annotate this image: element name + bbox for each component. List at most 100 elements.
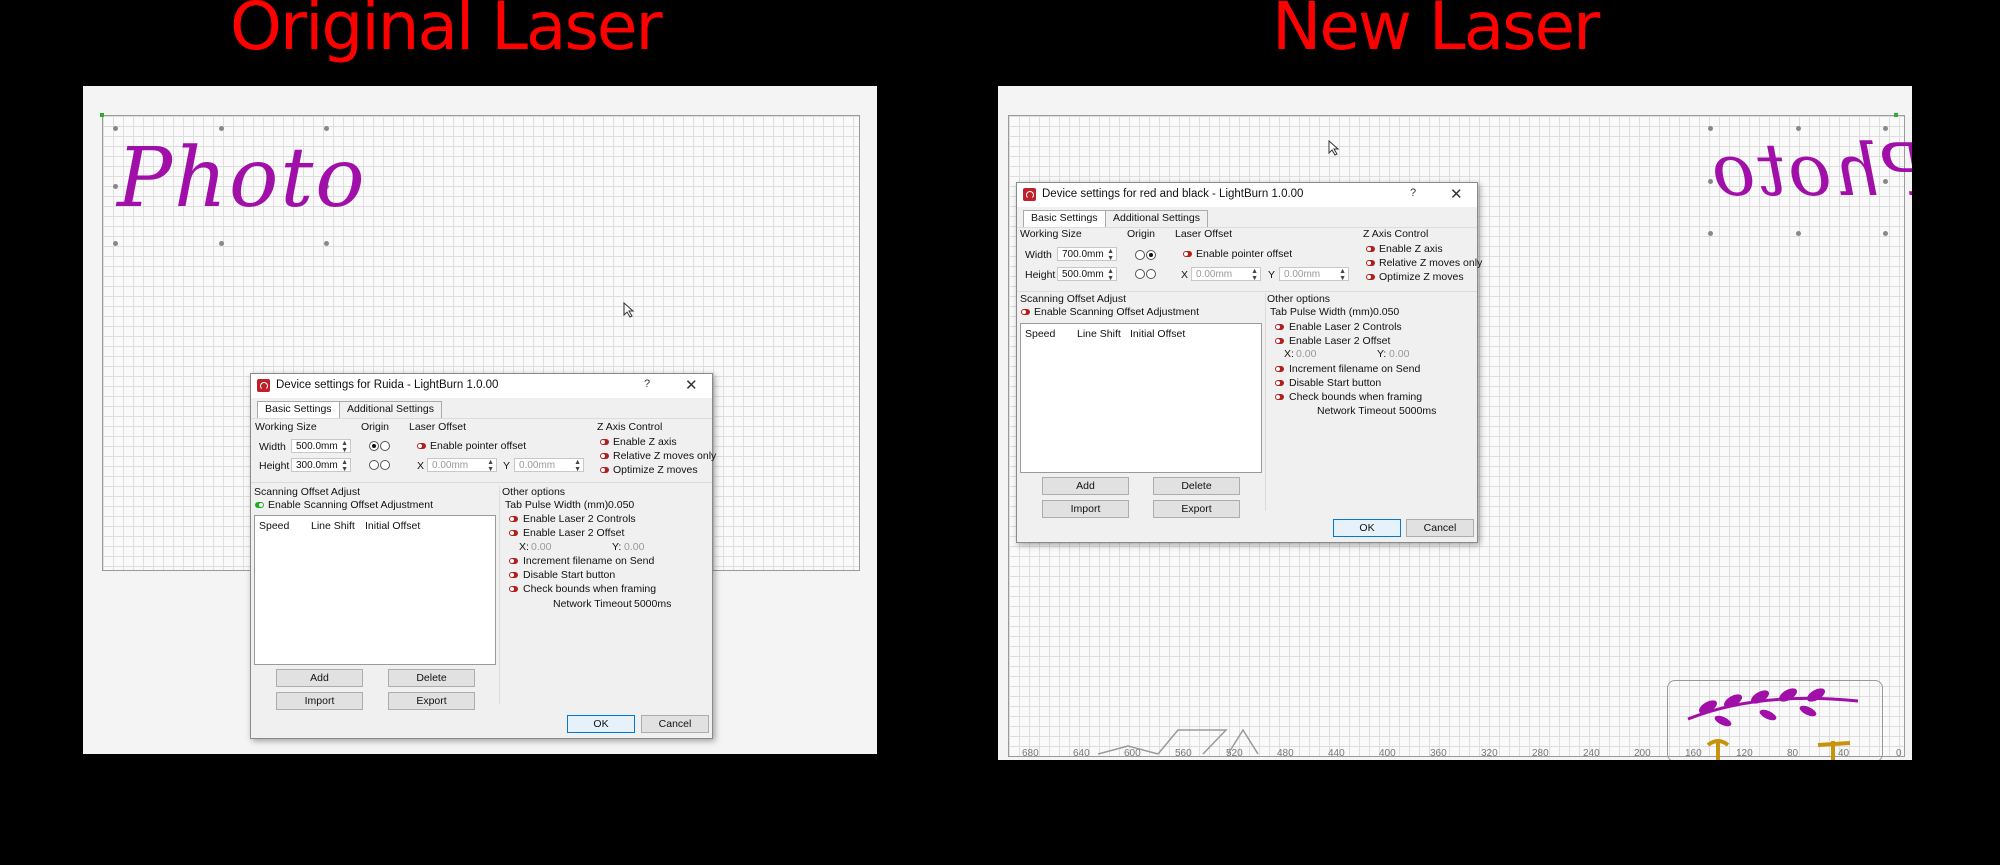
tab-pulse-label: Tab Pulse Width (mm) (505, 499, 609, 511)
option-label: Increment filename on Send (523, 555, 655, 567)
ok-button[interactable]: OK (1333, 519, 1401, 537)
height-field[interactable]: 300.0mm ▲ ▼ (291, 458, 351, 473)
network-timeout-value[interactable]: 5000ms (634, 598, 671, 610)
tab-additional-settings[interactable]: Additional Settings (1105, 210, 1208, 227)
network-timeout-label: Network Timeout (1317, 405, 1396, 417)
relative-z-toggle[interactable] (600, 453, 609, 459)
laser2-y-value[interactable]: 0.00 (624, 541, 644, 553)
option-label: Disable Start button (523, 569, 616, 581)
scanning-offset-label: Scanning Offset Adjust (254, 486, 361, 498)
dialog-titlebar[interactable]: Device settings for Ruida - LightBurn 1.… (251, 374, 712, 398)
scanning-offset-table[interactable]: Speed Line Shift Initial Offset (1020, 323, 1262, 473)
pointer-offset-toggle[interactable] (417, 443, 426, 449)
disable-start-toggle[interactable] (509, 572, 518, 578)
laser-offset-label: Laser Offset (409, 421, 467, 433)
export-button[interactable]: Export (388, 692, 475, 710)
scanning-offset-toggle[interactable] (1021, 309, 1030, 315)
disable-start-toggle[interactable] (1275, 380, 1284, 386)
z-axis-label: Z Axis Control (1363, 228, 1429, 240)
laser2-y-value[interactable]: 0.00 (1389, 348, 1409, 360)
network-timeout-value[interactable]: 5000ms (1399, 405, 1436, 417)
offset-x-label: X (417, 460, 425, 472)
column-header[interactable]: Line Shift (1077, 328, 1121, 340)
increment-filename-toggle[interactable] (509, 558, 518, 564)
ok-button[interactable]: OK (567, 715, 635, 733)
dialog-title: Device settings for red and black - Ligh… (1042, 188, 1304, 200)
lightburn-logo-icon (1023, 188, 1036, 201)
help-button[interactable]: ? (644, 378, 650, 390)
option-label: Disable Start button (1289, 377, 1382, 389)
add-button[interactable]: Add (1042, 477, 1129, 495)
width-field[interactable]: 700.0mm ▲ ▼ (1057, 247, 1117, 262)
scanning-offset-table[interactable]: Speed Line Shift Initial Offset (254, 515, 496, 665)
origin-top-left-radio[interactable] (1135, 250, 1145, 260)
import-button[interactable]: Import (276, 692, 363, 710)
laser2-x-value[interactable]: 0.00 (531, 541, 551, 553)
column-header[interactable]: Line Shift (311, 520, 355, 532)
close-icon[interactable]: ✕ (1450, 185, 1463, 203)
working-size-label: Working Size (1020, 228, 1082, 240)
photo-script-text[interactable]: Photo (117, 138, 367, 220)
dialog-title: Device settings for Ruida - LightBurn 1.… (276, 379, 499, 391)
add-button[interactable]: Add (276, 669, 363, 687)
offset-y-field[interactable]: 0.00mm ▲ ▼ (1279, 267, 1349, 282)
help-button[interactable]: ? (1410, 187, 1416, 199)
tab-pulse-value[interactable]: 0.050 (608, 499, 634, 511)
origin-bottom-right-radio[interactable] (1146, 269, 1156, 279)
photo-script-text-mirrored[interactable]: Photo (1710, 128, 1912, 212)
offset-x-field[interactable]: 0.00mm ▲ ▼ (1191, 267, 1261, 282)
z-axis-toggle[interactable] (600, 439, 609, 445)
dialog-titlebar[interactable]: Device settings for red and black - Ligh… (1017, 183, 1477, 207)
origin-bottom-left-radio[interactable] (369, 460, 379, 470)
cancel-button[interactable]: Cancel (641, 715, 709, 733)
check-bounds-toggle[interactable] (1275, 394, 1284, 400)
check-bounds-toggle[interactable] (509, 586, 518, 592)
import-button[interactable]: Import (1042, 500, 1129, 518)
laser2-offset-label: Enable Laser 2 Offset (523, 527, 625, 539)
delete-button[interactable]: Delete (388, 669, 475, 687)
scanning-offset-label: Scanning Offset Adjust (1020, 293, 1127, 305)
offset-x-label: X (1181, 269, 1189, 281)
laser2-offset-toggle[interactable] (509, 530, 518, 536)
height-field[interactable]: 500.0mm ▲ ▼ (1057, 267, 1117, 282)
close-icon[interactable]: ✕ (685, 376, 698, 394)
optimize-z-toggle[interactable] (1366, 274, 1375, 280)
laser2-controls-label: Enable Laser 2 Controls (523, 513, 636, 525)
triangle-shapes-graphic (1098, 728, 1259, 755)
tab-basic-settings[interactable]: Basic Settings (1023, 210, 1106, 227)
export-button[interactable]: Export (1153, 500, 1240, 518)
optimize-z-toggle[interactable] (600, 467, 609, 473)
increment-filename-toggle[interactable] (1275, 366, 1284, 372)
z-option-label: Relative Z moves only (613, 450, 717, 462)
laser2-x-value[interactable]: 0.00 (1296, 348, 1316, 360)
tab-additional-settings[interactable]: Additional Settings (339, 401, 442, 418)
tab-pulse-value[interactable]: 0.050 (1373, 306, 1399, 318)
offset-x-field[interactable]: 0.00mm ▲ ▼ (427, 458, 497, 473)
delete-button[interactable]: Delete (1153, 477, 1240, 495)
origin-top-right-radio[interactable] (380, 441, 390, 451)
origin-top-left-radio[interactable] (369, 441, 379, 451)
origin-bottom-left-radio[interactable] (1135, 269, 1145, 279)
column-header[interactable]: Speed (1025, 328, 1055, 340)
pointer-offset-toggle[interactable] (1183, 251, 1192, 257)
scanning-offset-toggle[interactable] (255, 502, 264, 508)
height-label: Height (1025, 269, 1056, 281)
relative-z-toggle[interactable] (1366, 260, 1375, 266)
tab-basic-settings[interactable]: Basic Settings (257, 401, 340, 418)
laser2-controls-toggle[interactable] (1275, 324, 1284, 330)
column-header[interactable]: Initial Offset (1130, 328, 1185, 340)
cancel-button[interactable]: Cancel (1406, 519, 1474, 537)
column-header[interactable]: Speed (259, 520, 289, 532)
offset-y-field[interactable]: 0.00mm ▲ ▼ (514, 458, 584, 473)
laser2-x-label: X: (1284, 348, 1294, 360)
network-timeout-label: Network Timeout (553, 598, 632, 610)
column-header[interactable]: Initial Offset (365, 520, 420, 532)
laser2-offset-toggle[interactable] (1275, 338, 1284, 344)
laser2-controls-toggle[interactable] (509, 516, 518, 522)
width-field[interactable]: 500.0mm ▲ ▼ (291, 439, 351, 454)
heading-new-laser: New Laser (1272, 0, 1600, 65)
origin-top-right-radio[interactable] (1146, 250, 1156, 260)
z-axis-toggle[interactable] (1366, 246, 1375, 252)
origin-bottom-right-radio[interactable] (380, 460, 390, 470)
z-option-label: Optimize Z moves (613, 464, 698, 476)
